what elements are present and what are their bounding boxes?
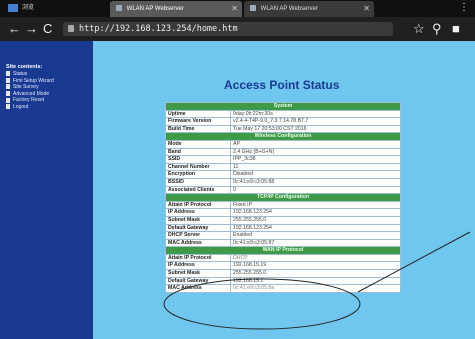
pointer-line (357, 231, 471, 293)
highlight-ellipse (163, 278, 361, 330)
annotation-overlay (163, 231, 471, 330)
